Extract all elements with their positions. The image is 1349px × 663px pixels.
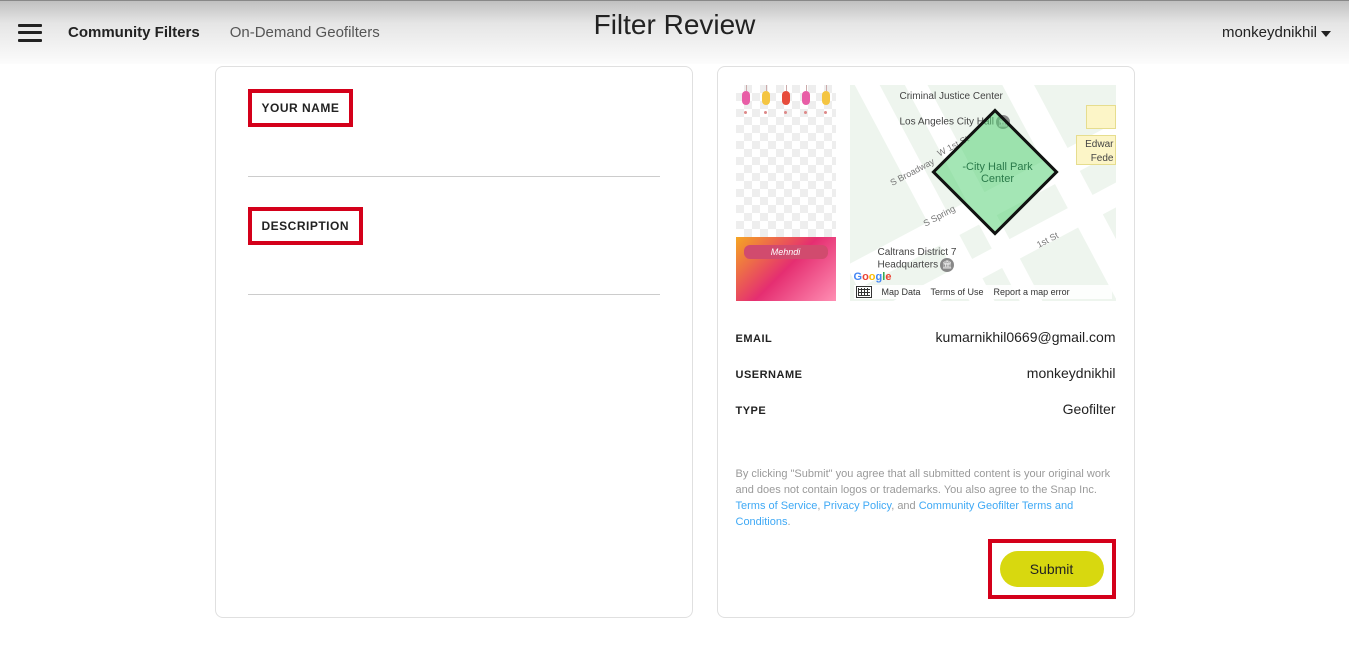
your-name-label: YOUR NAME [262, 101, 340, 115]
map-poi-edward: Edwar [1085, 139, 1113, 150]
google-logo: Google [854, 271, 892, 283]
your-name-input[interactable] [248, 149, 660, 177]
map-preview[interactable]: S Broadway S Spring W 1st St 1st St Crim… [850, 85, 1116, 301]
terms-of-service-link[interactable]: Terms of Service [736, 500, 818, 512]
map-terms-link[interactable]: Terms of Use [931, 287, 984, 297]
map-footer: Map Data Terms of Use Report a map error [854, 285, 1112, 299]
chevron-down-icon [1321, 31, 1331, 37]
filter-preview: Mehndi [736, 85, 836, 301]
submit-button[interactable]: Submit [1000, 551, 1104, 587]
username-label: USERNAME [736, 369, 803, 381]
type-label: TYPE [736, 405, 767, 417]
map-report-link[interactable]: Report a map error [994, 287, 1070, 297]
preview-row: Mehndi S Broadway S Spring W 1st St 1st … [736, 85, 1116, 301]
info-row-email: EMAIL kumarnikhil0669@gmail.com [736, 319, 1116, 355]
review-card: Mehndi S Broadway S Spring W 1st St 1st … [717, 66, 1135, 618]
menu-icon[interactable] [18, 24, 42, 42]
nav-ondemand-geofilters[interactable]: On-Demand Geofilters [230, 24, 380, 41]
highlight-submit: Submit [988, 539, 1116, 599]
highlight-description: DESCRIPTION [248, 207, 364, 245]
page-title: Filter Review [594, 9, 756, 41]
description-input[interactable] [248, 267, 660, 295]
email-value: kumarnikhil0669@gmail.com [936, 329, 1116, 345]
map-data-link[interactable]: Map Data [882, 287, 921, 297]
nav-community-filters[interactable]: Community Filters [68, 24, 200, 41]
filter-preview-label: Mehndi [736, 247, 836, 257]
user-name: monkeydnikhil [1222, 24, 1317, 41]
highlight-your-name: YOUR NAME [248, 89, 354, 127]
keyboard-icon[interactable] [856, 286, 872, 298]
type-value: Geofilter [1063, 401, 1116, 417]
user-menu[interactable]: monkeydnikhil [1222, 24, 1331, 41]
description-label: DESCRIPTION [262, 219, 350, 233]
privacy-policy-link[interactable]: Privacy Policy [824, 500, 892, 512]
landmark-icon: 🏛 [940, 258, 954, 272]
info-row-type: TYPE Geofilter [736, 391, 1116, 427]
email-label: EMAIL [736, 333, 773, 345]
username-value: monkeydnikhil [1027, 365, 1116, 381]
content: YOUR NAME DESCRIPTION [0, 64, 1349, 618]
geofence-label: -City Hall Park Center [948, 161, 1048, 185]
map-poi-feder: Fede [1091, 153, 1114, 164]
form-card: YOUR NAME DESCRIPTION [215, 66, 693, 618]
map-poi-criminal-justice: Criminal Justice Center [900, 91, 1003, 102]
top-bar: Community Filters On-Demand Geofilters F… [0, 0, 1349, 64]
info-section: EMAIL kumarnikhil0669@gmail.com USERNAME… [736, 319, 1116, 427]
map-poi-caltrans: Caltrans District 7 Headquarters🏛 [878, 247, 988, 272]
legal-text: By clicking "Submit" you agree that all … [736, 467, 1116, 531]
info-row-username: USERNAME monkeydnikhil [736, 355, 1116, 391]
